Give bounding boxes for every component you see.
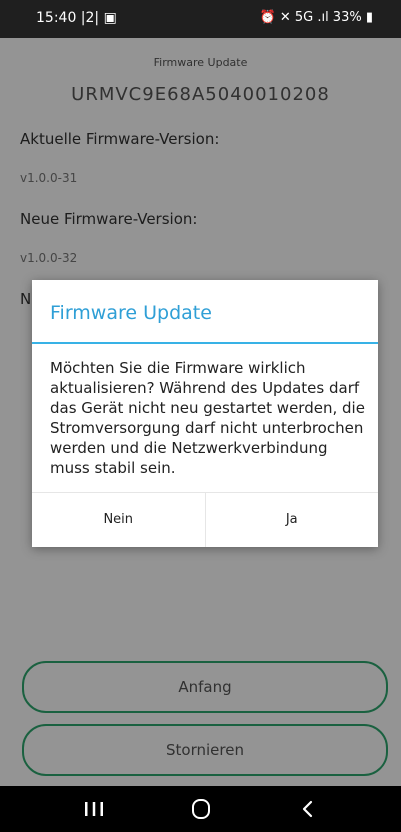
dialog-message: Möchten Sie die Firmware wirklich aktual…	[50, 359, 365, 477]
dialog-actions: Nein Ja	[32, 492, 378, 547]
status-time: 15:40 |2| ▣	[36, 10, 117, 26]
status-bar: 15:40 |2| ▣ ⏰ ✕ 5G .ıl 33% ▮	[0, 0, 401, 38]
status-indicators: ⏰ ✕ 5G .ıl 33% ▮	[259, 10, 374, 25]
home-icon[interactable]	[171, 786, 231, 832]
back-icon[interactable]	[278, 786, 338, 832]
dialog-divider	[32, 342, 378, 344]
no-button[interactable]: Nein	[32, 493, 205, 547]
confirm-dialog: Firmware Update Möchten Sie die Firmware…	[32, 280, 378, 547]
dialog-title: Firmware Update	[50, 302, 212, 324]
recents-icon[interactable]	[64, 786, 124, 832]
yes-button[interactable]: Ja	[204, 493, 379, 547]
system-nav-bar	[0, 786, 401, 832]
